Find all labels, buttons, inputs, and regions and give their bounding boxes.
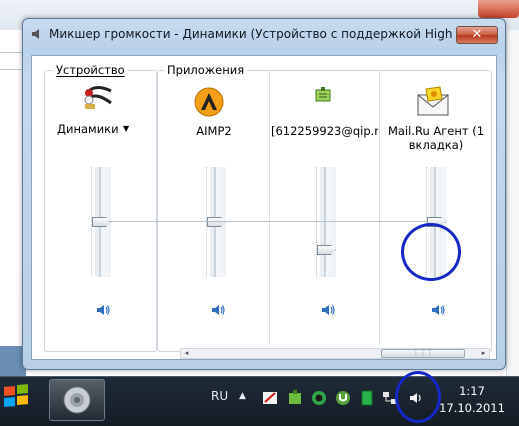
annotation-circle [395,371,441,423]
speaker-mute-icon[interactable] [320,303,336,317]
tray-app-icon[interactable] [262,390,278,406]
clock-time: 1:17 [459,384,485,398]
taskbar: RU ▲ 1:17 17.10.2011 [0,376,519,426]
volume-mixer-window: Микшер громкости - Динамики (Устройство … [22,18,506,370]
speaker-icon [32,29,39,39]
aimp-icon [194,87,224,117]
close-button[interactable]: ✕ [456,26,498,44]
language-indicator[interactable]: RU [211,389,228,403]
speaker-cables-icon [84,86,112,109]
tray-app-icon[interactable] [311,390,327,406]
scroll-left-icon[interactable]: ◂ [181,349,192,358]
chevron-down-icon: ▼ [123,124,130,133]
applications-group: Приложения AIMP2 [612259923@qip.r... Mai… [157,63,492,352]
qip-volume-track[interactable] [320,167,336,277]
annotation-circle [401,223,461,281]
app-label: [612259923@qip.r... [271,124,378,138]
qip-icon [315,87,331,102]
tray-app-icon[interactable] [359,390,375,406]
mail-ru-envelope-icon [417,86,449,116]
horizontal-scrollbar[interactable]: ◂ ⋮⋮⋮ ▸ [180,348,490,359]
slider-ticks [316,167,319,277]
background-divider [0,52,22,53]
scroll-right-icon[interactable]: ▸ [478,349,489,358]
column-divider [379,71,380,345]
taskbar-mixer-button[interactable] [49,379,105,421]
device-level-line [108,221,426,222]
utorrent-icon[interactable] [335,390,351,406]
speaker-mute-icon[interactable] [430,303,446,317]
clock-date: 17.10.2011 [439,401,505,415]
qip-tray-icon[interactable] [287,390,303,406]
device-selector[interactable]: Динамики ▼ [57,122,147,138]
start-button[interactable] [2,381,32,411]
speaker-mute-icon[interactable] [210,303,226,317]
device-group: Устройство Динамики ▼ [44,63,157,352]
speaker-icon [63,386,91,414]
speaker-mute-icon[interactable] [95,303,111,317]
applications-group-label: Приложения [164,63,248,77]
device-group-label: Устройство [53,63,128,77]
app-label: AIMP2 [196,124,232,138]
app-label: Mail.Ru Агент (1 вкладка) [387,124,485,152]
background-close-button[interactable] [478,0,519,18]
column-divider [269,71,270,345]
background-panel [506,30,519,376]
device-name: Динамики [57,122,119,136]
grip-icon: ⋮⋮⋮ [412,349,434,357]
background-divider [0,69,22,70]
clock[interactable]: 1:17 17.10.2011 [432,383,512,417]
window-title: Микшер громкости - Динамики (Устройство … [49,27,459,41]
show-hidden-icons-icon[interactable]: ▲ [239,391,251,401]
scroll-thumb[interactable]: ⋮⋮⋮ [381,349,465,358]
mixer-client-area: Устройство Динамики ▼ Приложения AIMP2 [… [31,55,497,360]
